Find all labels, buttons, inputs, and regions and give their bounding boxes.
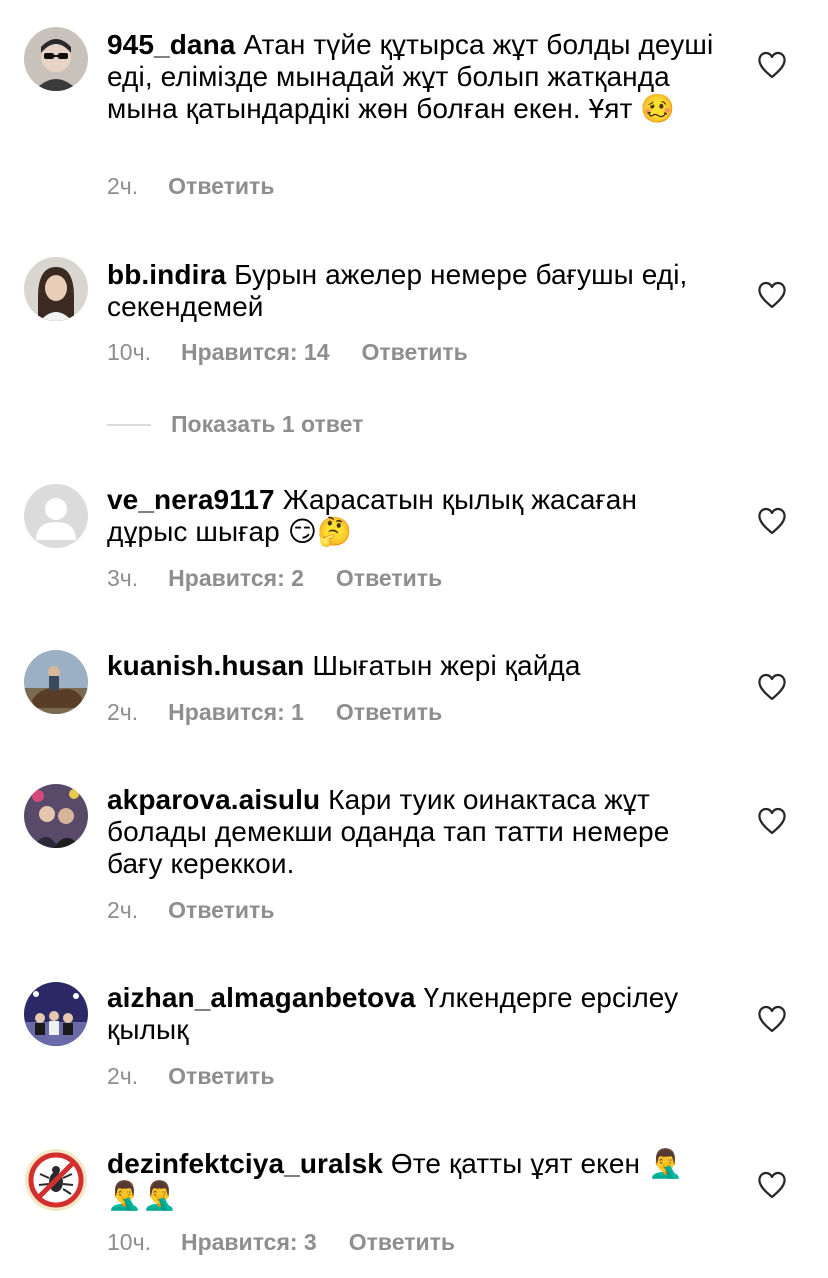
user-photo-avatar-icon	[24, 784, 88, 848]
comment-body: ve_nera9117 Жарасатын қылық жасаған дұрыс…	[107, 484, 717, 548]
avatar[interactable]	[24, 784, 88, 848]
avatar[interactable]	[24, 982, 88, 1046]
like-heart-icon[interactable]	[757, 673, 787, 701]
like-heart-icon[interactable]	[757, 1171, 787, 1199]
comment-emoji: 🥴	[640, 93, 676, 124]
comment-text: Шығатын жері қайда	[312, 650, 581, 681]
comment-likes[interactable]: Нравится: 1	[168, 698, 304, 726]
comment-likes[interactable]: Нравится: 14	[181, 338, 330, 366]
reply-button[interactable]: Ответить	[168, 172, 274, 200]
comment-meta: 2ч. Ответить	[107, 896, 274, 924]
user-photo-avatar-icon	[24, 650, 88, 714]
like-heart-icon[interactable]	[757, 807, 787, 835]
comment-emoji: 😏🤔	[287, 516, 353, 547]
user-photo-avatar-icon	[24, 27, 88, 91]
comment-meta: 2ч. Ответить	[107, 172, 274, 200]
comment-body: akparova.aisulu Кари туик оинактаса жұт б…	[107, 784, 717, 880]
comment-body: kuanish.husan Шығатын жері қайда	[107, 650, 717, 682]
reply-button[interactable]: Ответить	[336, 698, 442, 726]
reply-button[interactable]: Ответить	[168, 896, 274, 924]
comment-username[interactable]: 945_dana	[107, 29, 235, 60]
comment-time: 2ч.	[107, 897, 139, 923]
show-replies-label: Показать 1 ответ	[171, 411, 364, 437]
comment-username[interactable]: kuanish.husan	[107, 650, 304, 681]
comment-meta: 2ч. Нравится: 1 Ответить	[107, 698, 442, 726]
comment-meta: 10ч. Нравится: 3 Ответить	[107, 1228, 455, 1256]
comment-body: aizhan_almaganbetova Үлкендерге ерсілеу қ…	[107, 982, 717, 1046]
avatar[interactable]	[24, 484, 88, 548]
comment-text: Өте қатты ұят екен	[390, 1148, 641, 1179]
comment-username[interactable]: aizhan_almaganbetova	[107, 982, 416, 1013]
reply-button[interactable]: Ответить	[168, 1062, 274, 1090]
reply-button[interactable]: Ответить	[336, 564, 442, 592]
comment-username[interactable]: bb.indira	[107, 259, 226, 290]
comment-username[interactable]: ve_nera9117	[107, 484, 275, 515]
avatar[interactable]	[24, 1148, 88, 1212]
comment-body: bb.indira Бурын ажелер немере бағушы еді,…	[107, 259, 717, 323]
comment-body: dezinfektciya_uralsk Өте қатты ұят екен 🤦…	[107, 1148, 717, 1212]
avatar[interactable]	[24, 257, 88, 321]
no-insects-logo-icon	[24, 1148, 88, 1212]
user-photo-avatar-icon	[24, 982, 88, 1046]
comment-time: 10ч.	[107, 339, 151, 365]
comment-time: 10ч.	[107, 1229, 151, 1255]
show-replies-button[interactable]: Показать 1 ответ	[107, 411, 363, 439]
comment-likes[interactable]: Нравится: 3	[181, 1228, 317, 1256]
comment-username[interactable]: dezinfektciya_uralsk	[107, 1148, 383, 1179]
comment-meta: 3ч. Нравится: 2 Ответить	[107, 564, 442, 592]
user-photo-avatar-icon	[24, 257, 88, 321]
replies-divider	[107, 423, 151, 426]
like-heart-icon[interactable]	[757, 1005, 787, 1033]
comment-meta: 2ч. Ответить	[107, 1062, 274, 1090]
default-avatar-icon	[24, 484, 88, 548]
like-heart-icon[interactable]	[757, 507, 787, 535]
comment-username[interactable]: akparova.aisulu	[107, 784, 320, 815]
comment-meta: 10ч. Нравится: 14 Ответить	[107, 338, 468, 366]
comment-time: 2ч.	[107, 699, 139, 725]
comment-likes[interactable]: Нравится: 2	[168, 564, 304, 592]
comment-time: 2ч.	[107, 1063, 139, 1089]
reply-button[interactable]: Ответить	[349, 1228, 455, 1256]
avatar[interactable]	[24, 650, 88, 714]
comment-body: 945_dana Атан түйе құтырса жұт болды деуш…	[107, 29, 717, 125]
avatar[interactable]	[24, 27, 88, 91]
like-heart-icon[interactable]	[757, 51, 787, 79]
comment-time: 3ч.	[107, 565, 139, 591]
like-heart-icon[interactable]	[757, 281, 787, 309]
reply-button[interactable]: Ответить	[362, 338, 468, 366]
comment-time: 2ч.	[107, 173, 139, 199]
